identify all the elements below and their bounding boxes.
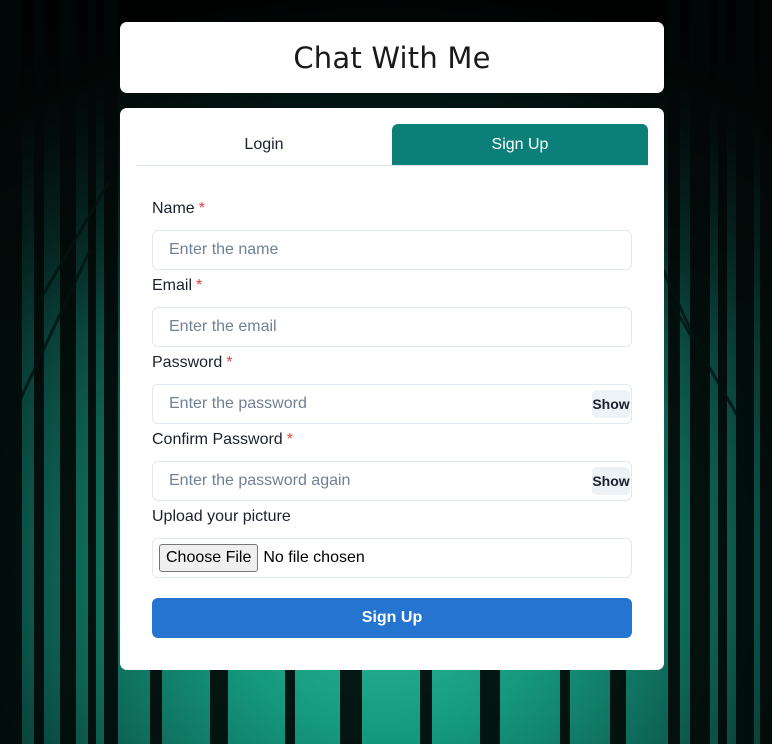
- required-mark: *: [286, 431, 293, 448]
- password-label-text: Password: [152, 354, 223, 371]
- confirm-password-input[interactable]: [153, 462, 631, 500]
- password-field-wrapper: Show: [152, 384, 632, 424]
- email-label-text: Email: [152, 277, 193, 294]
- required-mark: *: [226, 354, 233, 371]
- name-input[interactable]: [153, 231, 631, 269]
- required-mark: *: [198, 200, 205, 217]
- confirm-password-label: Confirm Password *: [152, 431, 293, 449]
- show-password-button[interactable]: Show: [592, 390, 630, 418]
- auth-card: Login Sign Up Name* Email* Password* Sho…: [120, 108, 664, 670]
- password-input[interactable]: [153, 385, 631, 423]
- tab-login[interactable]: Login: [136, 124, 392, 165]
- email-input[interactable]: [153, 308, 631, 346]
- file-status-text: No file chosen: [263, 549, 365, 566]
- tab-sign-up[interactable]: Sign Up: [392, 124, 648, 165]
- choose-file-button[interactable]: Choose File: [159, 544, 259, 572]
- sign-up-button[interactable]: Sign Up: [152, 598, 632, 638]
- name-field-wrapper: [152, 230, 632, 270]
- email-label: Email *: [152, 277, 202, 295]
- name-label: Name *: [152, 200, 205, 218]
- show-confirm-password-button[interactable]: Show: [592, 467, 630, 495]
- picture-label: Upload your picture: [152, 508, 291, 525]
- name-label-text: Name: [152, 200, 195, 217]
- confirm-password-field-wrapper: Show: [152, 461, 632, 501]
- required-mark: *: [196, 277, 203, 294]
- email-field-wrapper: [152, 307, 632, 347]
- confirm-password-label-text: Confirm Password: [152, 431, 283, 448]
- picture-upload-field: Choose File No file chosen: [152, 538, 632, 578]
- auth-tabs: Login Sign Up: [136, 124, 648, 166]
- app-title: Chat With Me: [293, 40, 491, 75]
- app-header-card: Chat With Me: [120, 22, 664, 93]
- password-label: Password *: [152, 354, 232, 372]
